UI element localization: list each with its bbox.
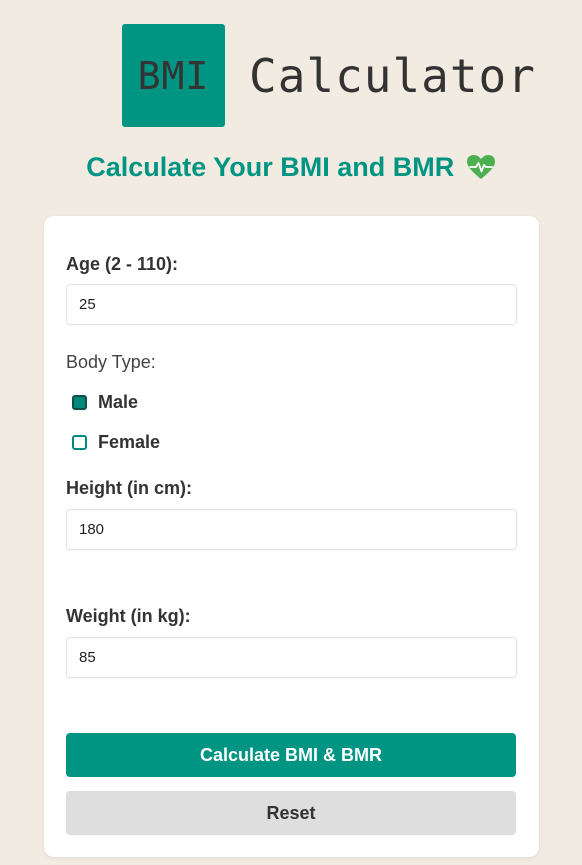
female-label: Female — [98, 432, 161, 452]
app-header: BMI Calculator — [122, 24, 536, 127]
option-female[interactable]: Female — [72, 432, 160, 453]
bmi-logo: BMI — [122, 24, 225, 127]
age-label: Age (2 - 110): — [66, 254, 179, 274]
heartbeat-icon — [466, 154, 496, 187]
weight-input[interactable]: 85 — [66, 637, 517, 678]
female-checkbox[interactable] — [72, 435, 87, 450]
height-input-value: 180 — [79, 521, 105, 538]
page-subtitle: Calculate Your BMI and BMR — [0, 152, 582, 187]
logo-wordmark: Calculator — [249, 48, 536, 103]
body-type-label: Body Type: — [66, 352, 156, 372]
subtitle-text: Calculate Your BMI and BMR — [86, 152, 455, 182]
reset-button[interactable]: Reset — [66, 791, 516, 835]
weight-input-value: 85 — [79, 649, 96, 666]
age-input[interactable]: 25 — [66, 284, 517, 325]
weight-label: Weight (in kg): — [66, 606, 191, 626]
calculate-button[interactable]: Calculate BMI & BMR — [66, 733, 516, 777]
calculator-form-card: Age (2 - 110): 25 Body Type: Male Female… — [44, 216, 539, 857]
option-male[interactable]: Male — [72, 392, 138, 413]
height-input[interactable]: 180 — [66, 509, 517, 550]
male-label: Male — [98, 392, 139, 412]
male-checkbox[interactable] — [72, 395, 87, 410]
age-input-value: 25 — [79, 296, 96, 313]
logo-text: BMI — [137, 53, 210, 98]
height-label: Height (in cm): — [66, 478, 192, 498]
